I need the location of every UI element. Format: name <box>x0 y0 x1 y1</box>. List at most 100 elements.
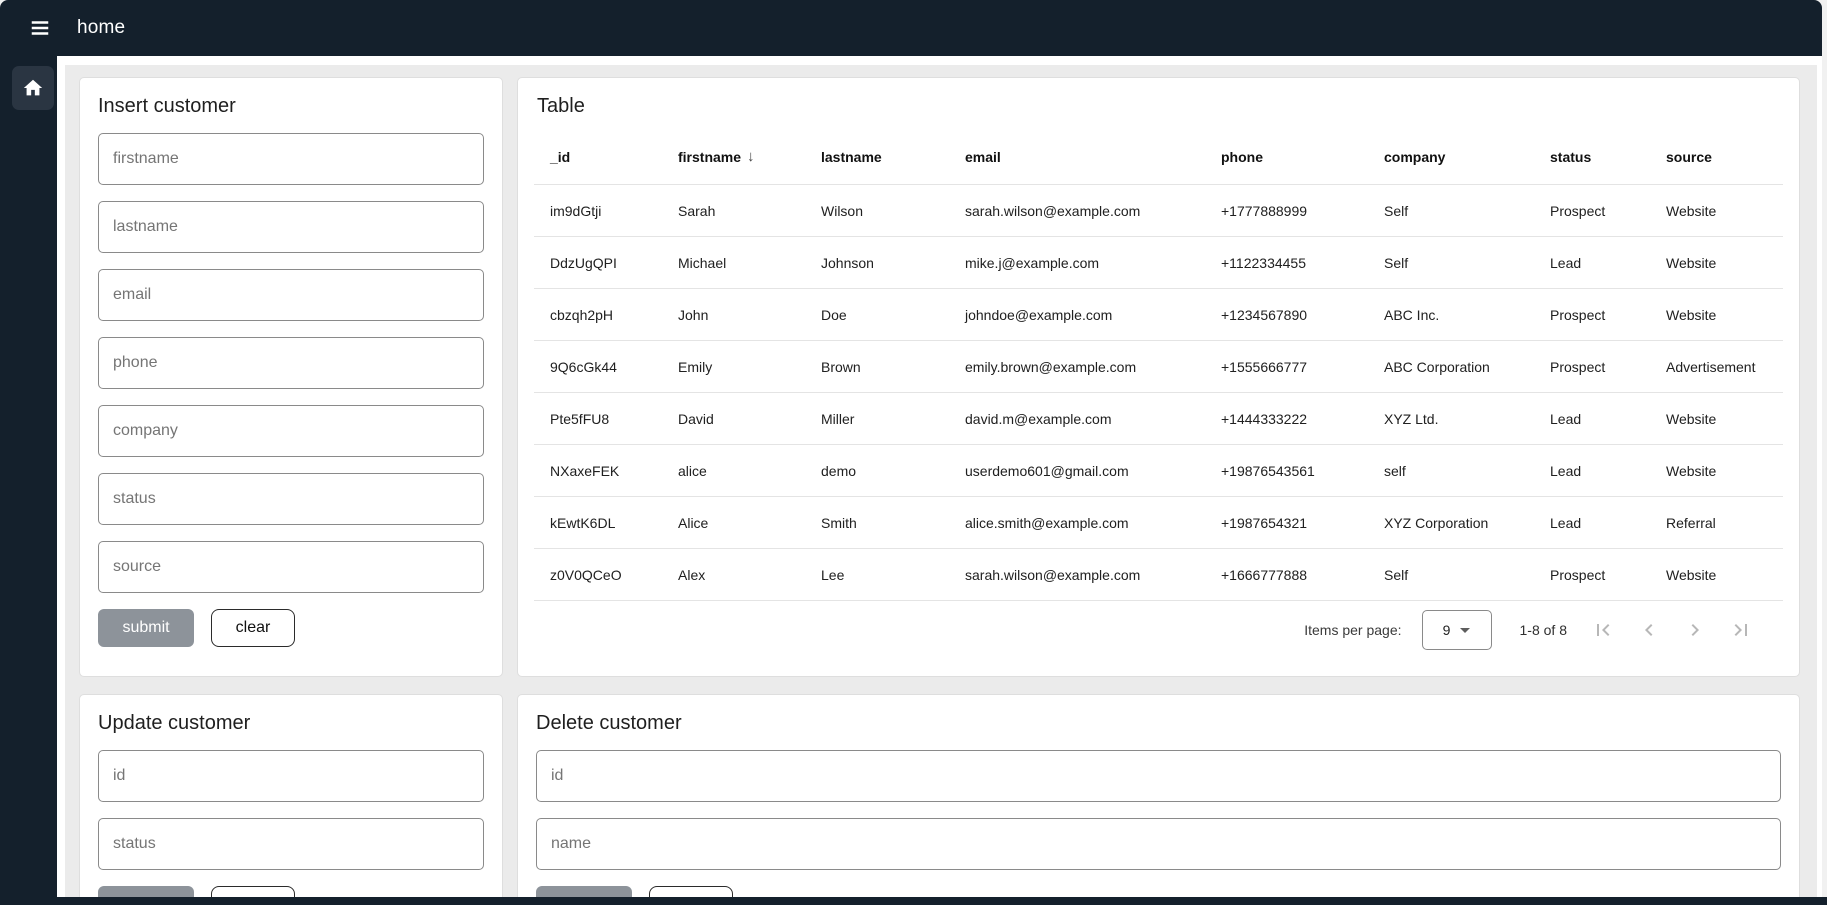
delete-customer-card: Delete customer submit clear <box>517 694 1800 897</box>
table-cell: +1777888999 <box>1205 203 1368 219</box>
menu-icon[interactable] <box>20 8 60 48</box>
content-area: Insert customer submit clear <box>57 56 1822 905</box>
table-body: im9dGtjiSarahWilsonsarah.wilson@example.… <box>534 185 1783 601</box>
insert-firstname-input[interactable] <box>98 133 484 185</box>
next-page-icon[interactable] <box>1683 618 1707 642</box>
update-id-input[interactable] <box>98 750 484 802</box>
insert-customer-card: Insert customer submit clear <box>79 77 503 677</box>
column-header-status[interactable]: status <box>1534 149 1650 165</box>
table-cell: XYZ Ltd. <box>1368 411 1534 427</box>
table-cell: +1444333222 <box>1205 411 1368 427</box>
delete-name-input[interactable] <box>536 818 1781 870</box>
table-cell: Website <box>1650 567 1783 583</box>
delete-clear-button[interactable]: clear <box>649 886 733 897</box>
update-clear-button[interactable]: clear <box>211 886 295 897</box>
table-cell: im9dGtji <box>534 203 662 219</box>
sort-desc-icon: ↓ <box>747 148 755 165</box>
column-header-firstname[interactable]: firstname ↓ <box>662 148 805 165</box>
column-header-source[interactable]: source <box>1650 149 1783 165</box>
insert-lastname-input[interactable] <box>98 201 484 253</box>
table-cell: Miller <box>805 411 949 427</box>
customers-table: _id firstname ↓ lastname email phone com… <box>518 129 1799 601</box>
table-cell: Lead <box>1534 463 1650 479</box>
table-cell: Website <box>1650 255 1783 271</box>
table-cell: Prospect <box>1534 567 1650 583</box>
table-row: 9Q6cGk44EmilyBrownemily.brown@example.co… <box>534 341 1783 393</box>
table-cell: Website <box>1650 307 1783 323</box>
page-title: home <box>77 17 125 39</box>
table-cell: Lead <box>1534 255 1650 271</box>
table-cell: Lead <box>1534 515 1650 531</box>
table-cell: Prospect <box>1534 307 1650 323</box>
table-row: Pte5fFU8DavidMillerdavid.m@example.com+1… <box>534 393 1783 445</box>
table-cell: self <box>1368 463 1534 479</box>
table-cell: Advertisement <box>1650 359 1783 375</box>
insert-status-input[interactable] <box>98 473 484 525</box>
table-cell: +1555666777 <box>1205 359 1368 375</box>
table-cell: +1666777888 <box>1205 567 1368 583</box>
table-cell: johndoe@example.com <box>949 307 1205 323</box>
table-cell: Pte5fFU8 <box>534 411 662 427</box>
table-cell: sarah.wilson@example.com <box>949 203 1205 219</box>
insert-source-input[interactable] <box>98 541 484 593</box>
insert-submit-button[interactable]: submit <box>98 609 194 647</box>
window-bottom-edge <box>0 897 1827 905</box>
column-header-email[interactable]: email <box>949 149 1205 165</box>
table-row: cbzqh2pHJohnDoejohndoe@example.com+12345… <box>534 289 1783 341</box>
table-cell: +19876543561 <box>1205 463 1368 479</box>
insert-clear-button[interactable]: clear <box>211 609 295 647</box>
table-row: kEwtK6DLAliceSmithalice.smith@example.co… <box>534 497 1783 549</box>
table-cell: Michael <box>662 255 805 271</box>
paginator: Items per page: 9 1-8 of 8 <box>518 601 1799 659</box>
insert-email-input[interactable] <box>98 269 484 321</box>
table-cell: z0V0QCeO <box>534 567 662 583</box>
previous-page-icon[interactable] <box>1637 618 1661 642</box>
insert-company-input[interactable] <box>98 405 484 457</box>
table-cell: alice.smith@example.com <box>949 515 1205 531</box>
table-cell: alice <box>662 463 805 479</box>
table-cell: demo <box>805 463 949 479</box>
column-header-id[interactable]: _id <box>534 149 662 165</box>
table-row: NXaxeFEKalicedemouserdemo601@gmail.com+1… <box>534 445 1783 497</box>
update-submit-button[interactable]: submit <box>98 886 194 897</box>
table-cell: Website <box>1650 203 1783 219</box>
table-cell: Self <box>1368 203 1534 219</box>
table-cell: NXaxeFEK <box>534 463 662 479</box>
app-window: home Insert customer <box>0 0 1822 905</box>
first-page-icon[interactable] <box>1591 618 1615 642</box>
sidebar <box>0 56 57 905</box>
table-cell: Alex <box>662 567 805 583</box>
delete-submit-button[interactable]: submit <box>536 886 632 897</box>
column-header-lastname[interactable]: lastname <box>805 149 949 165</box>
items-per-page-label: Items per page: <box>1304 622 1401 638</box>
last-page-icon[interactable] <box>1729 618 1753 642</box>
table-cell: Doe <box>805 307 949 323</box>
table-cell: 9Q6cGk44 <box>534 359 662 375</box>
delete-id-input[interactable] <box>536 750 1781 802</box>
chevron-down-icon <box>1460 628 1470 633</box>
table-cell: Johnson <box>805 255 949 271</box>
table-cell: ABC Corporation <box>1368 359 1534 375</box>
table-cell: mike.j@example.com <box>949 255 1205 271</box>
table-cell: Lead <box>1534 411 1650 427</box>
insert-card-title: Insert customer <box>98 94 484 118</box>
column-header-company[interactable]: company <box>1368 149 1534 165</box>
home-icon <box>22 77 44 99</box>
delete-card-title: Delete customer <box>536 711 1781 735</box>
insert-phone-input[interactable] <box>98 337 484 389</box>
sidebar-item-home[interactable] <box>12 66 54 110</box>
table-cell: +1122334455 <box>1205 255 1368 271</box>
table-header-row: _id firstname ↓ lastname email phone com… <box>534 129 1783 185</box>
table-row: z0V0QCeOAlexLeesarah.wilson@example.com+… <box>534 549 1783 601</box>
table-cell: Website <box>1650 411 1783 427</box>
update-status-input[interactable] <box>98 818 484 870</box>
table-row: im9dGtjiSarahWilsonsarah.wilson@example.… <box>534 185 1783 237</box>
column-header-phone[interactable]: phone <box>1205 149 1368 165</box>
table-cell: +1234567890 <box>1205 307 1368 323</box>
table-cell: Sarah <box>662 203 805 219</box>
table-cell: Emily <box>662 359 805 375</box>
table-cell: Wilson <box>805 203 949 219</box>
table-cell: emily.brown@example.com <box>949 359 1205 375</box>
table-cell: Prospect <box>1534 359 1650 375</box>
page-size-select[interactable]: 9 <box>1422 610 1492 650</box>
